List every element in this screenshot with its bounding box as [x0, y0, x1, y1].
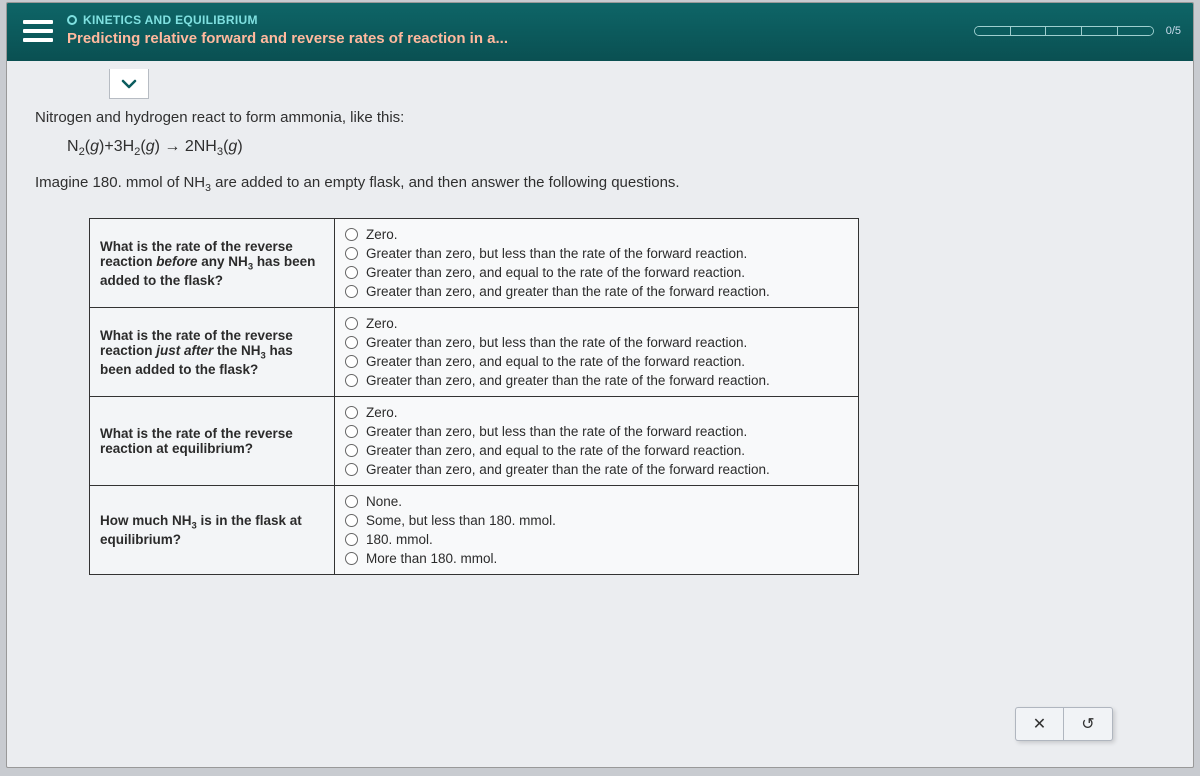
radio-icon[interactable]: [345, 285, 358, 298]
option-row[interactable]: More than 180. mmol.: [345, 549, 848, 568]
clear-button[interactable]: ✕: [1016, 708, 1064, 740]
question-options: Zero. Greater than zero, but less than th…: [335, 308, 859, 397]
option-label: Zero.: [366, 227, 398, 242]
option-label: Greater than zero, and equal to the rate…: [366, 354, 745, 369]
option-row[interactable]: Zero.: [345, 225, 848, 244]
radio-icon[interactable]: [345, 552, 358, 565]
option-row[interactable]: Greater than zero, and greater than the …: [345, 460, 848, 479]
option-row[interactable]: Greater than zero, but less than the rat…: [345, 333, 848, 352]
radio-icon[interactable]: [345, 317, 358, 330]
radio-icon[interactable]: [345, 495, 358, 508]
question-options: Zero. Greater than zero, but less than th…: [335, 397, 859, 486]
question-options: Zero. Greater than zero, but less than th…: [335, 219, 859, 308]
prompt-line-1: Nitrogen and hydrogen react to form ammo…: [35, 109, 1165, 126]
option-row[interactable]: Greater than zero, and equal to the rate…: [345, 352, 848, 371]
option-row[interactable]: None.: [345, 492, 848, 511]
expand-toggle[interactable]: [109, 69, 149, 99]
radio-icon[interactable]: [345, 355, 358, 368]
option-label: Greater than zero, and greater than the …: [366, 284, 770, 299]
option-label: Greater than zero, and equal to the rate…: [366, 443, 745, 458]
option-row[interactable]: Greater than zero, but less than the rat…: [345, 422, 848, 441]
radio-icon[interactable]: [345, 336, 358, 349]
menu-icon[interactable]: [23, 15, 53, 43]
radio-icon[interactable]: [345, 463, 358, 476]
radio-icon[interactable]: [345, 266, 358, 279]
option-label: Zero.: [366, 405, 398, 420]
option-label: None.: [366, 494, 402, 509]
question-table: What is the rate of the reverse reaction…: [89, 218, 859, 575]
radio-icon[interactable]: [345, 444, 358, 457]
radio-icon[interactable]: [345, 228, 358, 241]
radio-icon[interactable]: [345, 406, 358, 419]
option-row[interactable]: Zero.: [345, 314, 848, 333]
option-row[interactable]: Greater than zero, and equal to the rate…: [345, 441, 848, 460]
option-row[interactable]: Greater than zero, and greater than the …: [345, 371, 848, 390]
reaction-equation: N2(g)+3H2(g) → 2NH3(g): [67, 138, 1165, 158]
option-label: Some, but less than 180. mmol.: [366, 513, 556, 528]
question-text: How much NH3 is in the flask at equilibr…: [90, 486, 335, 575]
radio-icon[interactable]: [345, 425, 358, 438]
option-row[interactable]: Zero.: [345, 403, 848, 422]
action-bar: ✕ ↺: [1015, 707, 1113, 741]
option-row[interactable]: Greater than zero, but less than the rat…: [345, 244, 848, 263]
radio-icon[interactable]: [345, 374, 358, 387]
chevron-down-icon: [121, 79, 137, 89]
option-row[interactable]: Some, but less than 180. mmol.: [345, 511, 848, 530]
question-options: None. Some, but less than 180. mmol. 180. …: [335, 486, 859, 575]
option-label: Greater than zero, and greater than the …: [366, 373, 770, 388]
option-row[interactable]: Greater than zero, and equal to the rate…: [345, 263, 848, 282]
radio-icon[interactable]: [345, 514, 358, 527]
radio-icon[interactable]: [345, 247, 358, 260]
progress-text: 0/5: [1166, 25, 1181, 37]
option-label: Greater than zero, but less than the rat…: [366, 335, 747, 350]
radio-icon[interactable]: [345, 533, 358, 546]
option-label: 180. mmol.: [366, 532, 433, 547]
option-label: Zero.: [366, 316, 398, 331]
header: KINETICS AND EQUILIBRIUM Predicting rela…: [7, 3, 1193, 61]
content: Nitrogen and hydrogen react to form ammo…: [7, 61, 1193, 575]
question-text: What is the rate of the reverse reaction…: [90, 219, 335, 308]
question-text: What is the rate of the reverse reaction…: [90, 308, 335, 397]
option-label: Greater than zero, but less than the rat…: [366, 424, 747, 439]
option-label: Greater than zero, and greater than the …: [366, 462, 770, 477]
option-label: Greater than zero, and equal to the rate…: [366, 265, 745, 280]
category-icon: [67, 15, 77, 25]
category-text: KINETICS AND EQUILIBRIUM: [83, 13, 258, 27]
question-text: What is the rate of the reverse reaction…: [90, 397, 335, 486]
progress-area: 0/5: [974, 25, 1181, 37]
progress-bar: [974, 26, 1154, 36]
option-row[interactable]: Greater than zero, and greater than the …: [345, 282, 848, 301]
option-label: Greater than zero, but less than the rat…: [366, 246, 747, 261]
option-row[interactable]: 180. mmol.: [345, 530, 848, 549]
reset-button[interactable]: ↺: [1064, 708, 1112, 740]
option-label: More than 180. mmol.: [366, 551, 497, 566]
prompt-line-2: Imagine 180. mmol of NH3 are added to an…: [35, 174, 1165, 194]
